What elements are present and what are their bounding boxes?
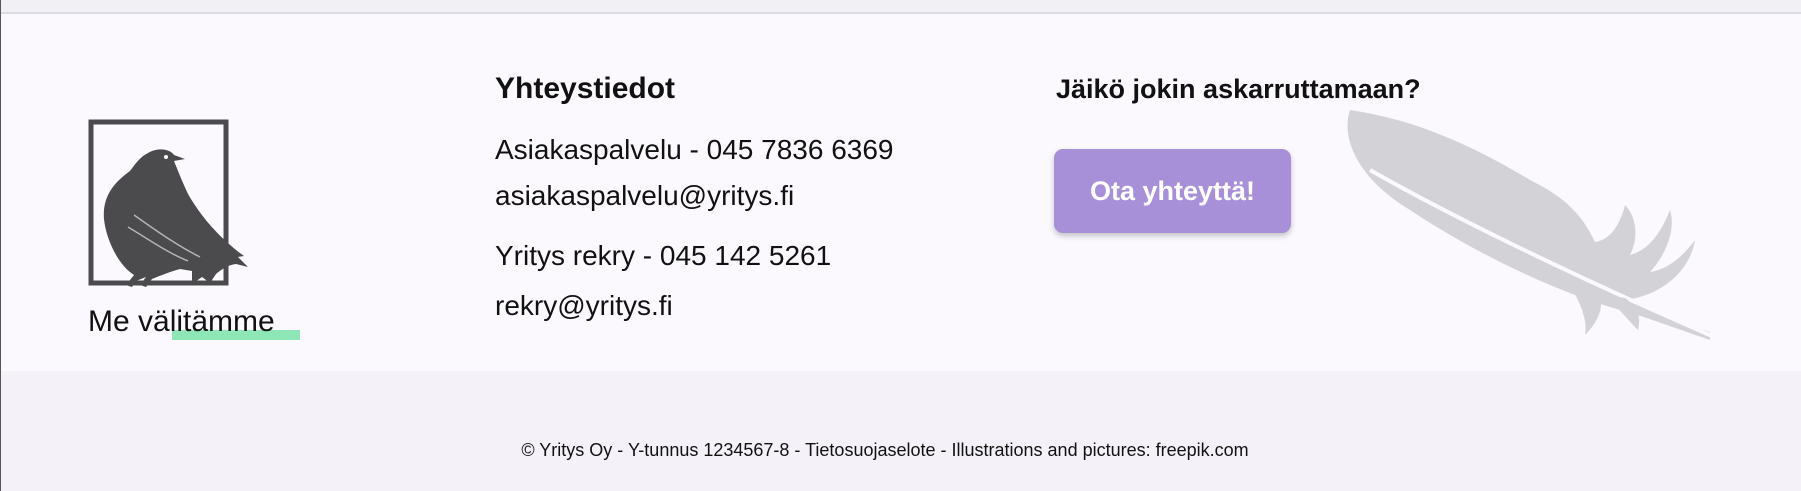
contact-heading: Yhteystiedot (495, 72, 676, 105)
recruitment-phone[interactable]: Yritys rekry - 045 142 5261 (495, 240, 831, 272)
copyright-text: © Yritys Oy - Y-tunnus 1234567-8 - Tieto… (521, 440, 1249, 460)
contact-us-button[interactable]: Ota yhteyttä! (1054, 149, 1291, 233)
customer-service-phone[interactable]: Asiakaspalvelu - 045 7836 6369 (495, 134, 894, 166)
customer-service-email[interactable]: asiakaspalvelu@yritys.fi (495, 180, 794, 212)
cta-heading: Jäikö jokin askarruttamaan? (1056, 74, 1421, 104)
page: Me välitämme Yhteystiedot Asiakaspalvelu… (0, 0, 1801, 491)
recruitment-email[interactable]: rekry@yritys.fi (495, 290, 673, 322)
top-divider (0, 0, 1801, 14)
raven-icon (88, 119, 248, 287)
brand-tagline: Me välitämme (88, 305, 300, 340)
footer-bottom-bar (1, 371, 1801, 491)
feather-icon (1347, 110, 1713, 340)
